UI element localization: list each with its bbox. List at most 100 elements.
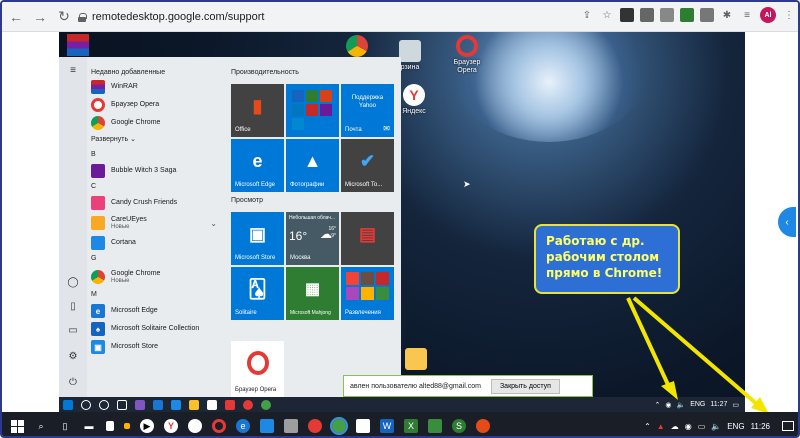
chevron-up-icon[interactable]: ⌃ bbox=[655, 401, 661, 409]
tile-mail[interactable]: Поддержка Yahoo Почта ✉ bbox=[341, 84, 394, 137]
bookmark-star-icon[interactable]: ☆ bbox=[600, 8, 614, 22]
chrome-icon[interactable] bbox=[261, 399, 271, 410]
windows-start-icon[interactable] bbox=[63, 399, 73, 410]
chevron-up-icon[interactable]: ⌃ bbox=[644, 422, 651, 431]
forward-icon[interactable]: → bbox=[30, 7, 50, 27]
volume-icon[interactable]: 🔈 bbox=[711, 422, 721, 431]
documents-icon[interactable]: ▯ bbox=[67, 301, 79, 313]
desktop-icon-yandex[interactable]: Y Яндекс bbox=[396, 84, 432, 116]
excel-icon[interactable]: X bbox=[404, 419, 418, 433]
app-icon[interactable] bbox=[188, 419, 202, 433]
notepad-icon[interactable] bbox=[356, 419, 370, 433]
edge-icon[interactable] bbox=[153, 399, 163, 410]
firefox-icon[interactable] bbox=[476, 419, 490, 433]
app-icon[interactable] bbox=[124, 423, 130, 429]
stop-sharing-button[interactable]: Закрыть доступ bbox=[490, 378, 560, 394]
explorer-icon[interactable]: ▬ bbox=[82, 419, 96, 433]
tile-news[interactable]: ▤ bbox=[341, 212, 394, 265]
desktop-icon-opera[interactable]: Браузер Opera bbox=[449, 35, 485, 75]
opera-icon[interactable] bbox=[243, 399, 253, 410]
list-item[interactable]: ▣ Microsoft Store bbox=[87, 338, 227, 356]
pictures-icon[interactable]: ▭ bbox=[67, 325, 79, 337]
address-bar[interactable]: remotedesktop.google.com/support bbox=[72, 7, 622, 27]
reading-list-icon[interactable]: ≡ bbox=[740, 8, 754, 22]
reload-icon[interactable]: ↻ bbox=[54, 7, 74, 27]
expand-button[interactable]: Развернуть ⌄ bbox=[87, 132, 227, 148]
side-panel-toggle[interactable]: ‹ bbox=[778, 207, 796, 237]
chevron-down-icon[interactable]: ⌄ bbox=[210, 219, 217, 228]
settings-gear-icon[interactable]: ⚙ bbox=[67, 351, 79, 363]
yandex-icon[interactable]: Y bbox=[164, 419, 178, 433]
firefox-icon[interactable] bbox=[308, 419, 322, 433]
file-icon[interactable] bbox=[106, 421, 114, 431]
tile-edge[interactable]: e Microsoft Edge bbox=[231, 139, 284, 192]
tile-weather[interactable]: Небольшая облач... 16° ☁ 16° 9° Москва bbox=[286, 212, 339, 265]
notifications-icon[interactable] bbox=[782, 421, 794, 431]
cortana-icon[interactable] bbox=[99, 399, 109, 410]
puzzle-icon[interactable]: ✱ bbox=[720, 8, 734, 22]
list-item[interactable]: Google Chrome Новые bbox=[87, 266, 227, 288]
app-icon[interactable] bbox=[225, 399, 235, 410]
tile-entertainment[interactable]: Развлечения bbox=[341, 267, 394, 320]
list-item[interactable]: WinRAR bbox=[87, 78, 227, 96]
inbox-icon[interactable] bbox=[660, 8, 674, 22]
yandex-icon[interactable] bbox=[207, 399, 217, 410]
language-indicator[interactable]: ENG bbox=[690, 401, 705, 408]
windows-start-icon[interactable] bbox=[10, 419, 24, 433]
tile-office-apps[interactable] bbox=[286, 84, 339, 137]
desktop-icon-folder[interactable] bbox=[398, 348, 434, 372]
cloud-icon[interactable]: ☁ bbox=[671, 422, 679, 431]
power-icon[interactable]: ⏻ bbox=[67, 377, 79, 389]
back-icon[interactable]: ← bbox=[6, 7, 26, 27]
tile-store[interactable]: ▣ Microsoft Store bbox=[231, 212, 284, 265]
search-icon[interactable]: ⌕ bbox=[34, 419, 48, 433]
list-item[interactable]: ♠ Microsoft Solitaire Collection bbox=[87, 320, 227, 338]
opera-icon[interactable] bbox=[212, 419, 226, 433]
notifications-icon[interactable]: ▭ bbox=[732, 401, 739, 409]
tile-todo[interactable]: ✔ Microsoft To... bbox=[341, 139, 394, 192]
chrome-icon[interactable] bbox=[330, 417, 348, 435]
list-item[interactable]: Bubble Witch 3 Saga bbox=[87, 162, 227, 180]
letter-header[interactable]: G bbox=[87, 252, 227, 266]
tile-opera[interactable]: Браузер Opera bbox=[231, 341, 284, 397]
network-icon[interactable]: ◉ bbox=[665, 401, 671, 409]
store-icon[interactable] bbox=[171, 399, 181, 410]
tile-solitaire[interactable]: 🂡 Solitaire bbox=[231, 267, 284, 320]
app-icon[interactable] bbox=[428, 419, 442, 433]
network-icon[interactable]: ◉ bbox=[685, 422, 692, 431]
menu-icon[interactable]: ⋮ bbox=[782, 8, 796, 22]
volume-icon[interactable]: 🔈 bbox=[676, 401, 685, 409]
display-icon[interactable]: ▭ bbox=[698, 422, 706, 431]
app-icon[interactable]: S bbox=[452, 419, 466, 433]
task-view-icon[interactable]: ▯ bbox=[58, 419, 72, 433]
desktop-icon-chrome[interactable] bbox=[339, 35, 375, 59]
clock[interactable]: 11:26 bbox=[751, 422, 770, 431]
share-icon[interactable]: ⇪ bbox=[580, 8, 594, 22]
app-icon[interactable] bbox=[284, 419, 298, 433]
translate-icon[interactable] bbox=[700, 8, 714, 22]
shield-icon[interactable] bbox=[680, 8, 694, 22]
letter-header[interactable]: C bbox=[87, 180, 227, 194]
word-icon[interactable]: W bbox=[380, 419, 394, 433]
tile-office[interactable]: ▮ Office bbox=[231, 84, 284, 137]
extension-icon[interactable] bbox=[620, 8, 634, 22]
alert-icon[interactable]: ▲ bbox=[657, 422, 665, 431]
task-view-icon[interactable] bbox=[117, 399, 127, 410]
edge-icon[interactable]: e bbox=[236, 419, 250, 433]
avatar[interactable]: Al bbox=[760, 7, 776, 23]
tile-photos[interactable]: ▲ Фотографии bbox=[286, 139, 339, 192]
search-icon[interactable] bbox=[81, 399, 91, 410]
list-item[interactable]: Candy Crush Friends bbox=[87, 194, 227, 212]
list-item[interactable]: e Microsoft Edge bbox=[87, 302, 227, 320]
language-indicator[interactable]: ENG bbox=[727, 422, 744, 431]
letter-header[interactable]: B bbox=[87, 148, 227, 162]
list-item[interactable]: Google Chrome bbox=[87, 114, 227, 132]
letter-header[interactable]: M bbox=[87, 288, 227, 302]
hamburger-icon[interactable]: ≡ bbox=[67, 65, 79, 77]
list-item[interactable]: Cortana bbox=[87, 234, 227, 252]
list-item[interactable]: Браузер Opera bbox=[87, 96, 227, 114]
user-icon[interactable]: ◯ bbox=[67, 277, 79, 289]
store-icon[interactable] bbox=[260, 419, 274, 433]
clock[interactable]: 11:27 bbox=[710, 401, 727, 408]
folder-icon[interactable] bbox=[189, 399, 199, 410]
